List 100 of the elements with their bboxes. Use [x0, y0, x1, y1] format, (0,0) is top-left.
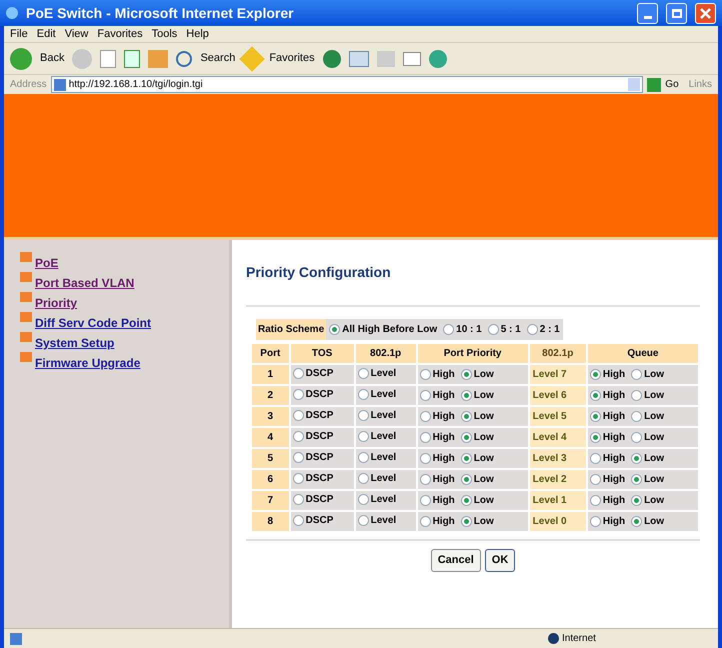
- radio-button[interactable]: [631, 453, 642, 464]
- go-button[interactable]: Go: [665, 77, 679, 92]
- radio-label: Level: [370, 408, 396, 422]
- favorites-button[interactable]: Favorites: [269, 50, 315, 67]
- radio-button[interactable]: [460, 495, 472, 506]
- address-field[interactable]: http://192.168.1.10/tgi/login.tgi: [50, 76, 644, 93]
- search-button[interactable]: Search: [200, 50, 236, 67]
- address-text: http://192.168.1.10/tgi/login.tgi: [68, 78, 203, 92]
- radio-button[interactable]: [292, 410, 304, 420]
- radio-button[interactable]: [358, 410, 369, 420]
- radio-button[interactable]: [526, 324, 538, 335]
- radio-label: Level: [370, 492, 396, 506]
- radio-label: High: [602, 494, 626, 508]
- sidebar-link[interactable]: System Setup: [35, 334, 114, 352]
- radio-button[interactable]: [460, 390, 472, 401]
- radio-button[interactable]: [590, 390, 601, 401]
- radio-button[interactable]: [358, 368, 369, 378]
- radio-button[interactable]: [460, 411, 472, 422]
- radio-button[interactable]: [358, 430, 369, 442]
- sidebar-link[interactable]: Port Based VLAN: [35, 274, 134, 292]
- maximize-button[interactable]: [666, 2, 687, 24]
- sidebar-link[interactable]: Firmware Upgrade: [35, 354, 140, 372]
- radio-label: High: [432, 431, 455, 445]
- sidebar-link[interactable]: Diff Serv Code Point: [35, 314, 152, 332]
- radio-button[interactable]: [631, 495, 642, 506]
- radio-button[interactable]: [292, 514, 304, 526]
- radio-button[interactable]: [460, 369, 472, 380]
- radio-button[interactable]: [590, 411, 601, 422]
- radio-button[interactable]: [358, 452, 369, 462]
- minimize-button[interactable]: [637, 2, 658, 24]
- radio-button[interactable]: [358, 388, 369, 400]
- radio-button[interactable]: [631, 369, 642, 380]
- radio-button[interactable]: [292, 494, 304, 504]
- radio-label: High: [432, 389, 455, 403]
- radio-button[interactable]: [292, 452, 304, 462]
- level-cell: Level 1: [530, 491, 586, 510]
- sidebar-link[interactable]: PoE: [35, 254, 58, 272]
- radio-button[interactable]: [292, 472, 304, 484]
- radio-button[interactable]: [358, 494, 369, 504]
- radio-label: Low: [474, 368, 494, 382]
- radio-button[interactable]: [590, 369, 601, 380]
- radio-label: Low: [474, 431, 494, 445]
- radio-label: DSCP: [306, 366, 334, 380]
- radio-label: Low: [644, 473, 664, 487]
- radio-button[interactable]: [420, 495, 431, 506]
- radio-button[interactable]: [460, 474, 472, 485]
- radio-button[interactable]: [420, 453, 431, 464]
- radio-button[interactable]: [631, 411, 642, 422]
- radio-button[interactable]: [443, 324, 454, 335]
- menu-item[interactable]: Favorites: [97, 26, 143, 42]
- level-cell: Level 2: [530, 470, 586, 489]
- form-button[interactable]: Cancel: [430, 549, 481, 572]
- radio-button[interactable]: [460, 453, 472, 464]
- radio-button[interactable]: [590, 453, 601, 464]
- radio-button[interactable]: [420, 390, 431, 401]
- menu-item[interactable]: File: [10, 26, 28, 42]
- radio-button[interactable]: [631, 474, 642, 485]
- sidebar-link[interactable]: Priority: [35, 294, 78, 312]
- port-cell: 1: [252, 365, 289, 384]
- radio-button[interactable]: [631, 516, 642, 527]
- menu-item[interactable]: Help: [186, 26, 209, 42]
- radio-button[interactable]: [631, 390, 642, 401]
- radio-label: High: [602, 389, 626, 403]
- radio-button[interactable]: [590, 495, 601, 506]
- form-button[interactable]: OK: [484, 549, 516, 572]
- radio-button[interactable]: [358, 472, 369, 484]
- radio-button[interactable]: [590, 474, 601, 485]
- radio-label: High: [602, 431, 626, 445]
- radio-button[interactable]: [292, 368, 304, 378]
- radio-label: Low: [474, 389, 494, 403]
- menu-item[interactable]: View: [64, 26, 88, 42]
- search-icon[interactable]: [176, 50, 192, 66]
- radio-label: High: [432, 494, 455, 508]
- radio-label: High: [432, 473, 455, 487]
- radio-button[interactable]: [292, 388, 304, 400]
- radio-button[interactable]: [420, 369, 431, 380]
- radio-button[interactable]: [590, 432, 601, 443]
- radio-button[interactable]: [292, 430, 304, 442]
- radio-button[interactable]: [329, 324, 340, 335]
- column-header: 802.1p: [356, 344, 416, 363]
- radio-label: High: [432, 410, 455, 424]
- radio-label: Low: [644, 431, 664, 445]
- radio-button[interactable]: [358, 514, 369, 526]
- globe-icon[interactable]: [548, 633, 559, 644]
- level-cell: Level 3: [530, 449, 586, 468]
- radio-label: Level: [370, 514, 396, 528]
- radio-button[interactable]: [631, 432, 642, 443]
- radio-button[interactable]: [488, 324, 499, 335]
- radio-button[interactable]: [460, 516, 472, 527]
- menu-item[interactable]: Tools: [152, 26, 178, 42]
- menu-item[interactable]: Edit: [36, 26, 56, 42]
- back-button[interactable]: Back: [40, 50, 64, 67]
- radio-button[interactable]: [420, 411, 431, 422]
- radio-button[interactable]: [460, 432, 472, 443]
- radio-button[interactable]: [420, 516, 431, 527]
- radio-button[interactable]: [590, 516, 601, 527]
- radio-button[interactable]: [420, 432, 431, 443]
- radio-button[interactable]: [420, 474, 431, 485]
- radio-label: Low: [644, 452, 664, 466]
- close-button[interactable]: [695, 2, 716, 24]
